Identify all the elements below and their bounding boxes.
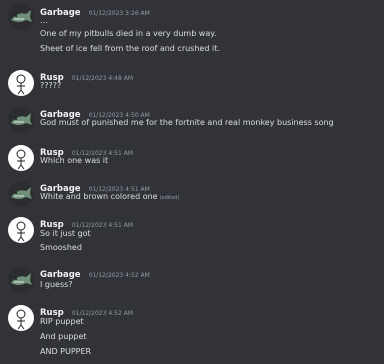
message-text: AND PUPPER: [40, 347, 92, 356]
stick-figure-avatar-icon: [16, 74, 26, 95]
fish-avatar-icon: [11, 187, 32, 199]
avatar[interactable]: [8, 267, 34, 293]
stick-figure-avatar-icon: [16, 309, 26, 330]
message-text: Which one was it: [40, 156, 109, 165]
message-text: RIP puppet: [40, 317, 84, 326]
message-text: Smooshed: [40, 243, 82, 252]
avatar[interactable]: [8, 145, 34, 171]
fish-avatar-icon: [11, 113, 32, 125]
author-name[interactable]: Garbage: [40, 270, 81, 280]
avatar[interactable]: [8, 181, 34, 207]
message-text: And puppet: [40, 332, 87, 341]
message-text: ...: [40, 16, 48, 25]
message-text: So it just got: [40, 229, 91, 238]
avatar[interactable]: [8, 70, 34, 96]
message-text: I guess?: [40, 280, 73, 289]
avatar[interactable]: [8, 107, 34, 133]
message-header: Garbage 01/12/2023 3:26 AM: [40, 4, 150, 20]
message-text: ?????: [40, 81, 62, 90]
avatar[interactable]: [8, 217, 34, 243]
timestamp: 01/12/2023 3:26 AM: [88, 10, 150, 17]
message-text: One of my pitbulls died in a very dumb w…: [40, 29, 217, 38]
avatar[interactable]: [8, 305, 34, 331]
edited-label: (edited): [159, 195, 180, 201]
message-text: God must of punished me for the fortnite…: [40, 118, 334, 127]
fish-avatar-icon: [11, 273, 32, 285]
stick-figure-avatar-icon: [16, 221, 26, 242]
message-text: White and brown colored one (edited): [40, 192, 179, 203]
timestamp: 01/12/2023 4:51 AM: [71, 222, 133, 229]
timestamp: 01/12/2023 4:48 AM: [71, 75, 133, 82]
message-text: Sheet of ice fell from the roof and crus…: [40, 44, 220, 53]
fish-avatar-icon: [11, 10, 32, 22]
timestamp: 01/12/2023 4:52 AM: [71, 310, 133, 317]
stick-figure-avatar-icon: [16, 149, 26, 170]
message-text-content: White and brown colored one: [40, 192, 158, 201]
timestamp: 01/12/2023 4:52 AM: [88, 272, 150, 279]
avatar[interactable]: [8, 4, 34, 30]
chat-message-list: Garbage 01/12/2023 3:26 AM ... One of my…: [0, 0, 384, 364]
